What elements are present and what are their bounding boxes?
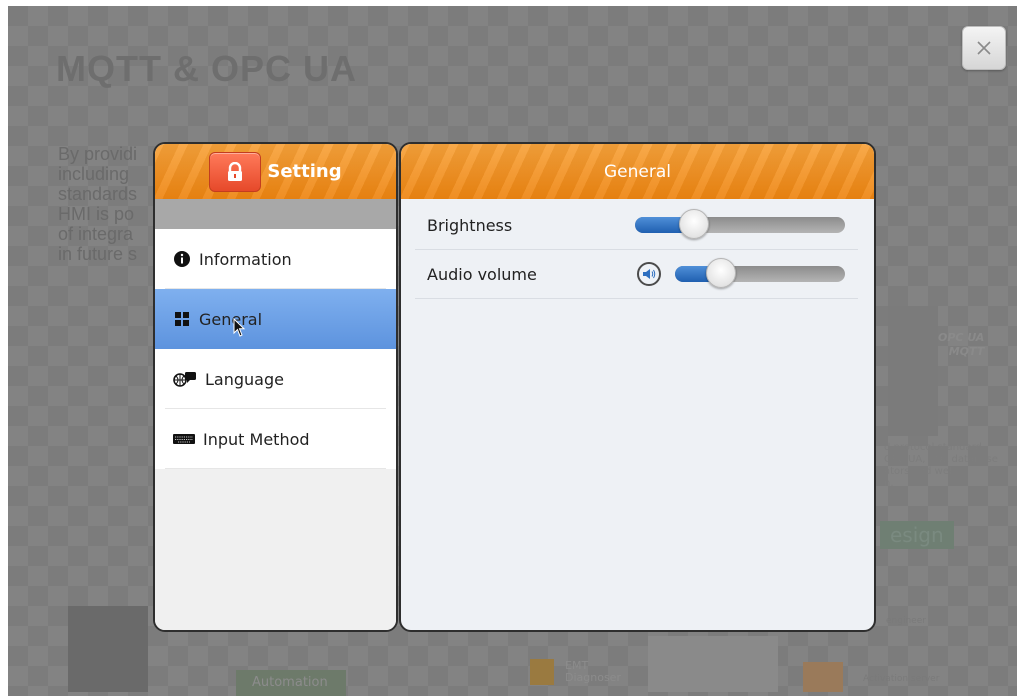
background-opc-label: OPC UA MQTT (938, 331, 985, 358)
speaker-icon[interactable] (637, 262, 661, 286)
close-icon (977, 41, 991, 55)
settings-title: Setting (267, 161, 342, 182)
lock-icon (228, 161, 243, 181)
background-title: MQTT & OPC UA (56, 48, 357, 89)
menu-separator (165, 468, 386, 469)
settings-nav-panel: Setting Information General Language Inp… (153, 142, 398, 632)
audio-volume-label: Audio volume (427, 264, 537, 284)
settings-menu: Information General Language Input Metho… (155, 229, 396, 469)
menu-item-general[interactable]: General (155, 289, 396, 349)
background-paragraph: By providi including standards HMI is po… (58, 144, 138, 264)
menu-item-label: General (199, 309, 263, 329)
menu-item-information[interactable]: Information (155, 229, 396, 289)
brightness-slider-thumb[interactable] (678, 209, 709, 239)
settings-nav-empty (155, 469, 396, 630)
background-automation-label: Automation (252, 675, 328, 690)
mouse-cursor-icon (233, 318, 246, 337)
audio-volume-row: Audio volume (415, 250, 858, 299)
background-engineer-label: engineer (886, 616, 926, 626)
menu-item-input-method[interactable]: Input Method (155, 409, 396, 469)
menu-item-label: Input Method (203, 429, 310, 449)
background-device-left (68, 606, 148, 692)
background-emt-icon (530, 659, 554, 685)
background-chart (648, 636, 778, 692)
brightness-row: Brightness (415, 201, 858, 250)
close-button[interactable] (962, 26, 1006, 70)
grid-icon (173, 310, 191, 328)
keyboard-icon (173, 430, 195, 448)
background-phone (803, 662, 843, 692)
lock-button[interactable] (209, 151, 262, 192)
background-device (888, 306, 938, 436)
background-emt-label: EMT Diagnoser (565, 659, 621, 684)
settings-nav-band (155, 199, 396, 229)
globe-chat-icon (173, 370, 197, 388)
background-activation-label: Activation server (863, 674, 940, 684)
brightness-slider[interactable] (635, 209, 845, 239)
general-settings-panel: General Brightness Audio volume (399, 142, 876, 632)
menu-item-label: Information (199, 249, 292, 269)
background-right-text: d protocol standard OPC UA, SQL database… (884, 442, 998, 489)
audio-volume-slider-thumb[interactable] (705, 258, 736, 288)
general-header: General (401, 144, 874, 199)
info-icon (173, 250, 191, 268)
menu-item-label: Language (205, 369, 284, 389)
audio-volume-slider[interactable] (675, 258, 845, 288)
background-design-label: esign (880, 521, 954, 549)
brightness-label: Brightness (427, 215, 513, 235)
general-title: General (604, 161, 671, 182)
settings-header: Setting (155, 144, 396, 199)
menu-item-language[interactable]: Language (155, 349, 396, 409)
